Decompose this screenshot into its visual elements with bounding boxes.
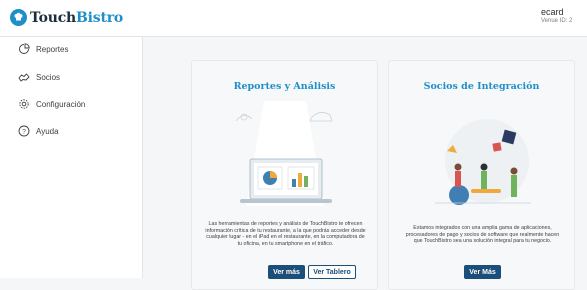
logo-word-touch: Touch (30, 9, 77, 26)
reports-card-description: Las herramientas de reportes y análisis … (205, 221, 366, 247)
account-name: ecard (541, 7, 564, 17)
reports-card: Reportes y Análisis Las herramientas de … (191, 60, 378, 290)
sidebar-item-configuracion[interactable]: Configuración (18, 96, 85, 112)
svg-text:?: ? (22, 128, 26, 135)
logo-wordmark: TouchBistro (30, 10, 123, 26)
partners-icon (18, 73, 30, 82)
account-menu[interactable]: ecard Venue ID: 2 (541, 7, 572, 25)
ver-tablero-button[interactable]: Ver Tablero (308, 265, 356, 279)
sidebar: Reportes Socios Configuración ? Ayuda (0, 37, 143, 278)
sidebar-item-ayuda[interactable]: ? Ayuda (18, 123, 59, 139)
reports-icon (19, 43, 30, 54)
sidebar-item-label: Reportes (36, 44, 69, 54)
reports-ver-mas-button[interactable]: Ver más (268, 265, 305, 279)
top-bar: TouchBistro ecard Venue ID: 2 (0, 0, 587, 37)
sidebar-item-label: Socios (36, 72, 61, 82)
main-content: Reportes y Análisis Las herramientas de … (144, 38, 587, 290)
reports-card-title: Reportes y Análisis (233, 81, 336, 92)
partners-card: Socios de Integración Estamos integrados… (388, 60, 575, 290)
sidebar-item-label: Configuración (36, 99, 86, 109)
sidebar-item-label: Ayuda (36, 126, 59, 136)
sidebar-item-socios[interactable]: Socios (18, 69, 60, 85)
partners-card-title: Socios de Integración (423, 81, 540, 92)
partners-card-description: Estamos integrados con una amplia gama d… (405, 225, 560, 245)
help-icon: ? (18, 125, 30, 137)
chef-hat-icon (10, 9, 27, 26)
gear-icon (19, 99, 29, 109)
venue-id-label: Venue ID: 2 (541, 18, 573, 24)
touchbistro-logo[interactable]: TouchBistro (10, 9, 123, 26)
partners-illustration (435, 119, 531, 205)
logo-word-bistro: Bistro (76, 9, 124, 26)
sidebar-item-reportes[interactable]: Reportes (18, 41, 68, 57)
partners-ver-mas-button[interactable]: Ver Más (464, 265, 501, 279)
reports-illustration (235, 101, 333, 206)
